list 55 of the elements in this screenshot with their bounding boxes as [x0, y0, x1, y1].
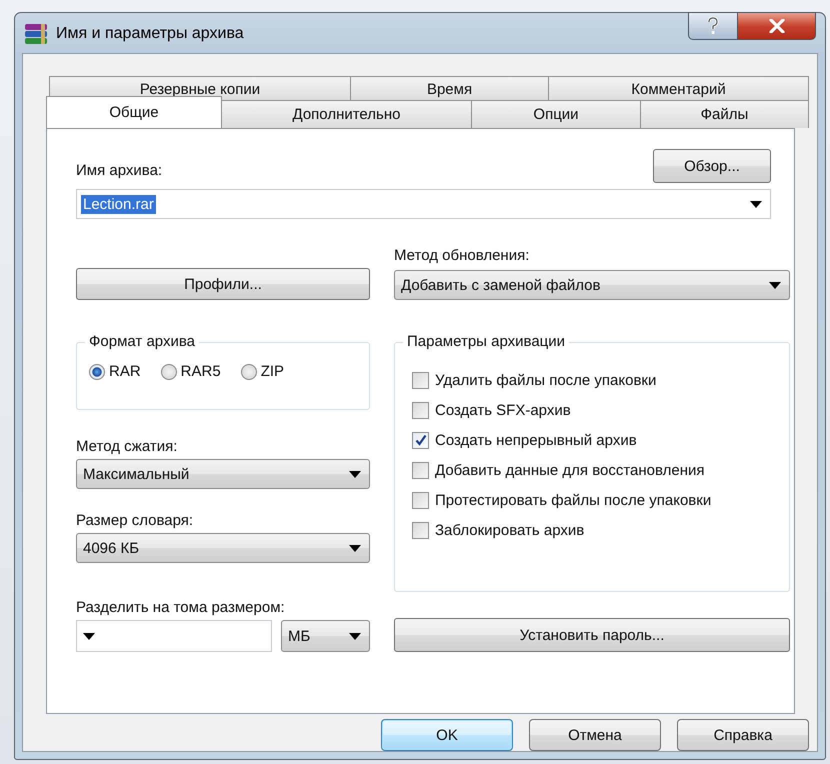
set-password-button[interactable]: Установить пароль... — [394, 618, 790, 652]
checkbox-label[interactable]: Создать SFX-архив — [435, 402, 571, 418]
window-title: Имя и параметры архива — [56, 25, 244, 43]
field-label: Имя архива: — [76, 162, 162, 179]
books-icon — [24, 23, 48, 45]
checkbox-label[interactable]: Заблокировать архив — [435, 522, 584, 538]
checkbox-label[interactable]: Создать непрерывный архив — [435, 432, 637, 448]
dropdown-arrow-icon — [750, 200, 762, 208]
field-label: Метод сжатия: — [76, 438, 178, 455]
checkbox-label[interactable]: Протестировать файлы после упаковки — [435, 492, 712, 508]
checkbox[interactable] — [412, 372, 429, 388]
help-button[interactable] — [688, 12, 738, 40]
close-icon — [768, 19, 784, 33]
radio-option[interactable]: ZIP — [240, 363, 284, 380]
dropdown-arrow-icon — [349, 544, 361, 552]
dialog-button[interactable]: Справка — [677, 719, 809, 751]
dialog-button[interactable]: OK — [381, 719, 513, 751]
profiles-button[interactable]: Профили... — [76, 268, 370, 300]
tab[interactable]: Дополнительно — [221, 100, 472, 128]
checkbox-label[interactable]: Добавить данные для восстановления — [435, 462, 705, 478]
checkbox[interactable] — [412, 402, 429, 418]
checkbox[interactable] — [412, 432, 429, 448]
dropdown-arrow-icon — [349, 632, 361, 640]
browse-button[interactable]: Обзор... — [653, 149, 771, 183]
radio-option[interactable]: RAR — [89, 363, 141, 380]
size-unit-dropdown[interactable]: МБ — [281, 620, 370, 652]
checkbox[interactable] — [412, 522, 429, 538]
group-title: Параметры архивации — [403, 333, 570, 350]
group-title: Формат архива — [85, 333, 199, 350]
field-label: Разделить на тома размером: — [76, 599, 286, 616]
radio-option[interactable]: RAR5 — [160, 363, 221, 380]
help-icon — [706, 17, 720, 35]
dialog-button[interactable]: Отмена — [529, 719, 661, 751]
checkbox[interactable] — [412, 492, 429, 508]
dropdown-arrow-icon — [349, 470, 361, 478]
radio-button[interactable] — [89, 364, 105, 380]
field-label: Размер словаря: — [76, 512, 194, 529]
checkbox[interactable] — [412, 462, 429, 478]
tab[interactable]: Опции — [471, 100, 641, 128]
compression-method-dropdown[interactable]: Максимальный — [76, 459, 370, 489]
close-button[interactable] — [738, 12, 816, 40]
field-label: Метод обновления: — [394, 247, 530, 264]
radio-button[interactable] — [160, 364, 177, 380]
tab[interactable]: Общие — [46, 96, 222, 128]
update-method-dropdown[interactable]: Добавить с заменой файлов — [394, 270, 790, 300]
dropdown-arrow-icon — [83, 632, 95, 640]
tab[interactable]: Файлы — [640, 100, 809, 128]
tab[interactable]: Комментарий — [548, 76, 809, 102]
checkmark-icon — [414, 434, 426, 446]
checkbox-label[interactable]: Удалить файлы после упаковки — [435, 372, 656, 388]
dictionary-size-dropdown[interactable]: 4096 КБ — [76, 533, 370, 563]
archive-name-combobox[interactable]: Lection.rar — [76, 189, 771, 219]
dropdown-arrow-icon — [769, 282, 781, 288]
tab[interactable]: Время — [350, 76, 549, 102]
radio-button[interactable] — [240, 364, 257, 380]
